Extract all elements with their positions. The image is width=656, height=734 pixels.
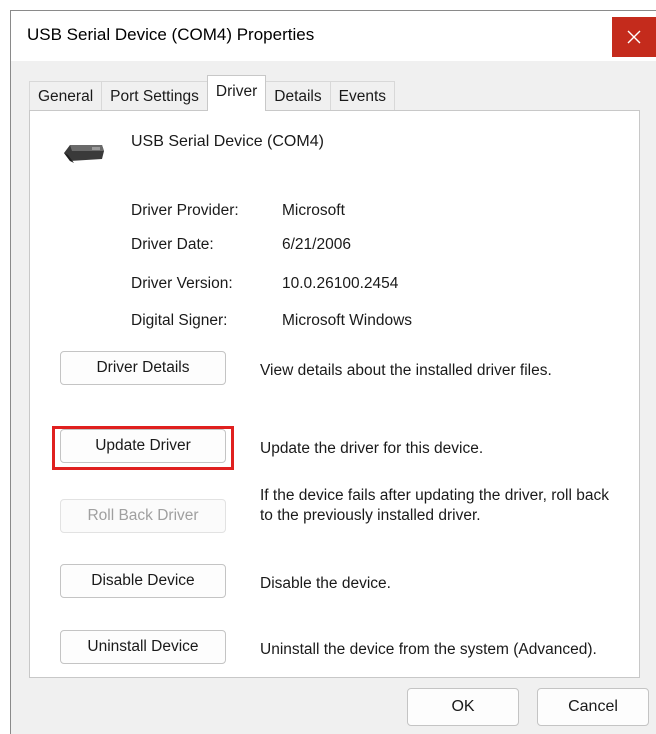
driver-date-value: 6/21/2006 <box>282 236 351 253</box>
device-name: USB Serial Device (COM4) <box>131 133 324 150</box>
disable-device-description: Disable the device. <box>260 575 391 592</box>
uninstall-device-description: Uninstall the device from the system (Ad… <box>260 641 597 658</box>
ok-button[interactable]: OK <box>407 688 519 726</box>
driver-version-label: Driver Version: <box>131 275 233 292</box>
tab-port-settings[interactable]: Port Settings <box>101 81 208 111</box>
tab-details[interactable]: Details <box>265 81 331 111</box>
roll-back-driver-button: Roll Back Driver <box>60 499 226 533</box>
uninstall-device-button[interactable]: Uninstall Device <box>60 630 226 664</box>
tab-events[interactable]: Events <box>329 81 396 111</box>
window-title: USB Serial Device (COM4) Properties <box>27 25 315 44</box>
properties-dialog: USB Serial Device (COM4) Properties Gene… <box>10 10 656 734</box>
update-driver-description: Update the driver for this device. <box>260 440 484 457</box>
driver-details-button[interactable]: Driver Details <box>60 351 226 385</box>
update-driver-highlight <box>52 426 234 470</box>
driver-version-value: 10.0.26100.2454 <box>282 275 399 292</box>
title-bar[interactable]: USB Serial Device (COM4) Properties <box>11 11 656 61</box>
usb-connector-icon <box>64 145 104 163</box>
driver-date-label: Driver Date: <box>131 236 214 253</box>
digital-signer-value: Microsoft Windows <box>282 312 413 329</box>
driver-provider-label: Driver Provider: <box>131 202 239 219</box>
disable-device-button[interactable]: Disable Device <box>60 564 226 598</box>
digital-signer-label: Digital Signer: <box>131 312 228 329</box>
driver-tab-panel: USB Serial Device (COM4) Driver Provider… <box>29 110 640 678</box>
tab-strip: General Port Settings Driver Details Eve… <box>29 75 396 111</box>
tab-driver[interactable]: Driver <box>206 75 267 111</box>
close-button[interactable] <box>612 17 656 57</box>
cancel-button[interactable]: Cancel <box>537 688 649 726</box>
close-icon <box>627 30 641 44</box>
tab-general[interactable]: General <box>29 81 103 111</box>
roll-back-driver-description: If the device fails after updating the d… <box>260 487 609 524</box>
driver-details-description: View details about the installed driver … <box>260 362 552 379</box>
driver-provider-value: Microsoft <box>282 202 345 219</box>
